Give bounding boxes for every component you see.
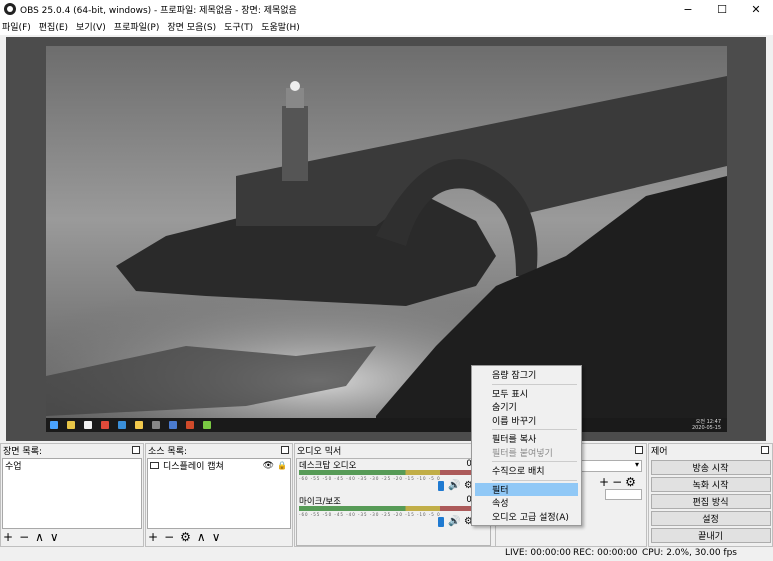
scenes-dock: 장면 목록: 수업 + − ∧ ∨ xyxy=(0,443,144,547)
undock-icon[interactable] xyxy=(281,446,289,454)
close-button[interactable]: ✕ xyxy=(739,0,773,18)
status-bar: LIVE: 00:00:00 REC: 00:00:00 CPU: 2.0%, … xyxy=(0,548,773,561)
desktop-wallpaper xyxy=(46,46,727,432)
menu-help[interactable]: 도움말(H) xyxy=(261,20,300,33)
volume-meter xyxy=(299,506,471,511)
add-source-button[interactable]: + xyxy=(148,530,158,544)
explorer-icon xyxy=(67,421,75,429)
menu-item-advanced-audio[interactable]: 오디오 고급 설정(A) xyxy=(472,510,581,524)
speaker-icon[interactable]: 🔊 xyxy=(448,480,460,491)
live-time: LIVE: 00:00:00 xyxy=(505,548,571,558)
start-streaming-button[interactable]: 방송 시작 xyxy=(650,460,771,475)
title-bar: OBS 25.0.4 (64-bit, windows) - 프로파일: 제목없… xyxy=(0,0,773,18)
transitions-toolbar: + − ⚙ xyxy=(599,475,636,489)
cpu-fps: CPU: 2.0%, 30.00 fps xyxy=(642,548,737,558)
scenes-toolbar: + − ∧ ∨ xyxy=(3,530,59,544)
chrome-icon xyxy=(101,421,109,429)
menu-tools[interactable]: 도구(T) xyxy=(224,20,253,33)
menu-separator xyxy=(492,461,577,462)
speaker-icon[interactable]: 🔊 xyxy=(448,516,460,527)
move-down-button[interactable]: ∨ xyxy=(50,530,59,544)
controls-dock-title: 제어 xyxy=(649,444,772,457)
menu-separator xyxy=(492,429,577,430)
sources-toolbar: + − ⚙ ∧ ∨ xyxy=(148,530,220,544)
menu-separator xyxy=(492,479,577,481)
desktop-taskbar: 오전 12:47 2020-05-15 xyxy=(46,418,727,432)
menu-item-vertical-layout[interactable]: 수직으로 배치 xyxy=(472,464,581,478)
scenes-dock-title: 장면 목록: xyxy=(1,444,143,457)
kakao-icon xyxy=(203,421,211,429)
menu-item-filters[interactable]: 필터 xyxy=(475,482,578,496)
menu-bar: 파일(F) 편집(E) 보기(V) 프로파일(P) 장면 모음(S) 도구(T)… xyxy=(0,18,773,35)
mixer-channel-mic: 마이크/보조 0.0 d -60 -55 -50 -45 -40 -35 -30… xyxy=(299,495,488,527)
gear-icon[interactable]: ⚙ xyxy=(180,530,191,544)
menu-item-hide[interactable]: 숨기기 xyxy=(472,400,581,414)
sources-dock: 소스 목록: 디스플레이 캡쳐 👁 🔒 + − ⚙ ∧ ∨ xyxy=(145,443,293,547)
menu-separator xyxy=(492,383,577,385)
menu-item-properties[interactable]: 속성 xyxy=(472,496,581,510)
office-icon xyxy=(186,421,194,429)
remove-source-button[interactable]: − xyxy=(164,530,174,544)
window-title: OBS 25.0.4 (64-bit, windows) - 프로파일: 제목없… xyxy=(20,5,297,16)
mixer-channels: 데스크탑 오디오 0.0 d -60 -55 -50 -45 -40 -35 -… xyxy=(296,458,491,546)
volume-meter xyxy=(299,470,471,475)
menu-scene-collection[interactable]: 장면 모음(S) xyxy=(167,20,216,33)
move-down-button[interactable]: ∨ xyxy=(212,530,221,544)
undock-icon[interactable] xyxy=(132,446,140,454)
remove-scene-button[interactable]: − xyxy=(19,530,29,544)
start-recording-button[interactable]: 녹화 시작 xyxy=(650,477,771,492)
menu-item-lock-volume[interactable]: 음량 잠그기 xyxy=(472,368,581,382)
meter-scale: -60 -55 -50 -45 -40 -35 -30 -25 -20 -15 … xyxy=(299,476,441,480)
menu-edit[interactable]: 편집(E) xyxy=(39,20,68,33)
settings-button[interactable]: 설정 xyxy=(650,511,771,526)
sources-dock-title: 소스 목록: xyxy=(146,444,292,457)
scenes-list[interactable]: 수업 xyxy=(2,458,142,529)
minimize-button[interactable]: − xyxy=(671,0,705,18)
exit-button[interactable]: 끝내기 xyxy=(650,528,771,543)
gear-icon[interactable]: ⚙ xyxy=(625,475,636,489)
display-capture-preview: 오전 12:47 2020-05-15 xyxy=(46,46,727,432)
rec-time: REC: 00:00:00 xyxy=(573,548,638,558)
menu-file[interactable]: 파일(F) xyxy=(2,20,31,33)
eye-icon[interactable]: 👁 xyxy=(263,461,274,471)
menu-item-show-all[interactable]: 모두 표시 xyxy=(472,387,581,401)
list-item[interactable]: 수업 xyxy=(3,459,141,472)
add-transition-button[interactable]: + xyxy=(599,475,609,489)
sticky-notes-icon xyxy=(135,421,143,429)
preview-area[interactable]: 오전 12:47 2020-05-15 xyxy=(6,37,766,441)
studio-mode-button[interactable]: 편집 방식 xyxy=(650,494,771,509)
obs-logo-icon xyxy=(4,3,16,15)
obs-taskbar-icon xyxy=(152,421,160,429)
move-up-button[interactable]: ∧ xyxy=(35,530,44,544)
edge-icon xyxy=(118,421,126,429)
monitor-icon xyxy=(150,462,159,469)
taskbar-clock: 오전 12:47 2020-05-15 xyxy=(691,419,721,431)
meter-scale: -60 -55 -50 -45 -40 -35 -30 -25 -20 -15 … xyxy=(299,512,441,516)
menu-profile[interactable]: 프로파일(P) xyxy=(114,20,160,33)
menu-item-rename[interactable]: 이름 바꾸기 xyxy=(472,414,581,428)
mixer-channel-desktop: 데스크탑 오디오 0.0 d -60 -55 -50 -45 -40 -35 -… xyxy=(299,459,488,491)
add-scene-button[interactable]: + xyxy=(3,530,13,544)
controls-dock: 제어 방송 시작 녹화 시작 편집 방식 설정 끝내기 xyxy=(648,443,773,547)
maximize-button[interactable]: ☐ xyxy=(705,0,739,18)
list-item[interactable]: 디스플레이 캡쳐 👁 🔒 xyxy=(148,459,290,472)
undock-icon[interactable] xyxy=(635,446,643,454)
menu-item-paste-filters: 필터를 붙여넣기 xyxy=(492,448,553,459)
sources-list[interactable]: 디스플레이 캡쳐 👁 🔒 xyxy=(147,458,291,529)
windows-start-icon xyxy=(50,421,58,429)
store-icon xyxy=(84,421,92,429)
chevron-down-icon: ▾ xyxy=(634,460,639,469)
lock-icon[interactable]: 🔒 xyxy=(277,461,287,470)
menu-view[interactable]: 보기(V) xyxy=(76,20,106,33)
menu-item-copy-filters[interactable]: 필터를 복사 xyxy=(472,432,581,446)
app-icon xyxy=(169,421,177,429)
duration-spinbox[interactable] xyxy=(605,489,642,500)
remove-transition-button[interactable]: − xyxy=(612,475,622,489)
move-up-button[interactable]: ∧ xyxy=(197,530,206,544)
volume-slider-handle[interactable] xyxy=(438,481,444,491)
undock-icon[interactable] xyxy=(761,446,769,454)
audio-context-menu: 음량 잠그기 모두 표시 숨기기 이름 바꾸기 필터를 복사 필터를 붙여넣기 … xyxy=(471,365,582,526)
volume-slider-handle[interactable] xyxy=(438,517,444,527)
